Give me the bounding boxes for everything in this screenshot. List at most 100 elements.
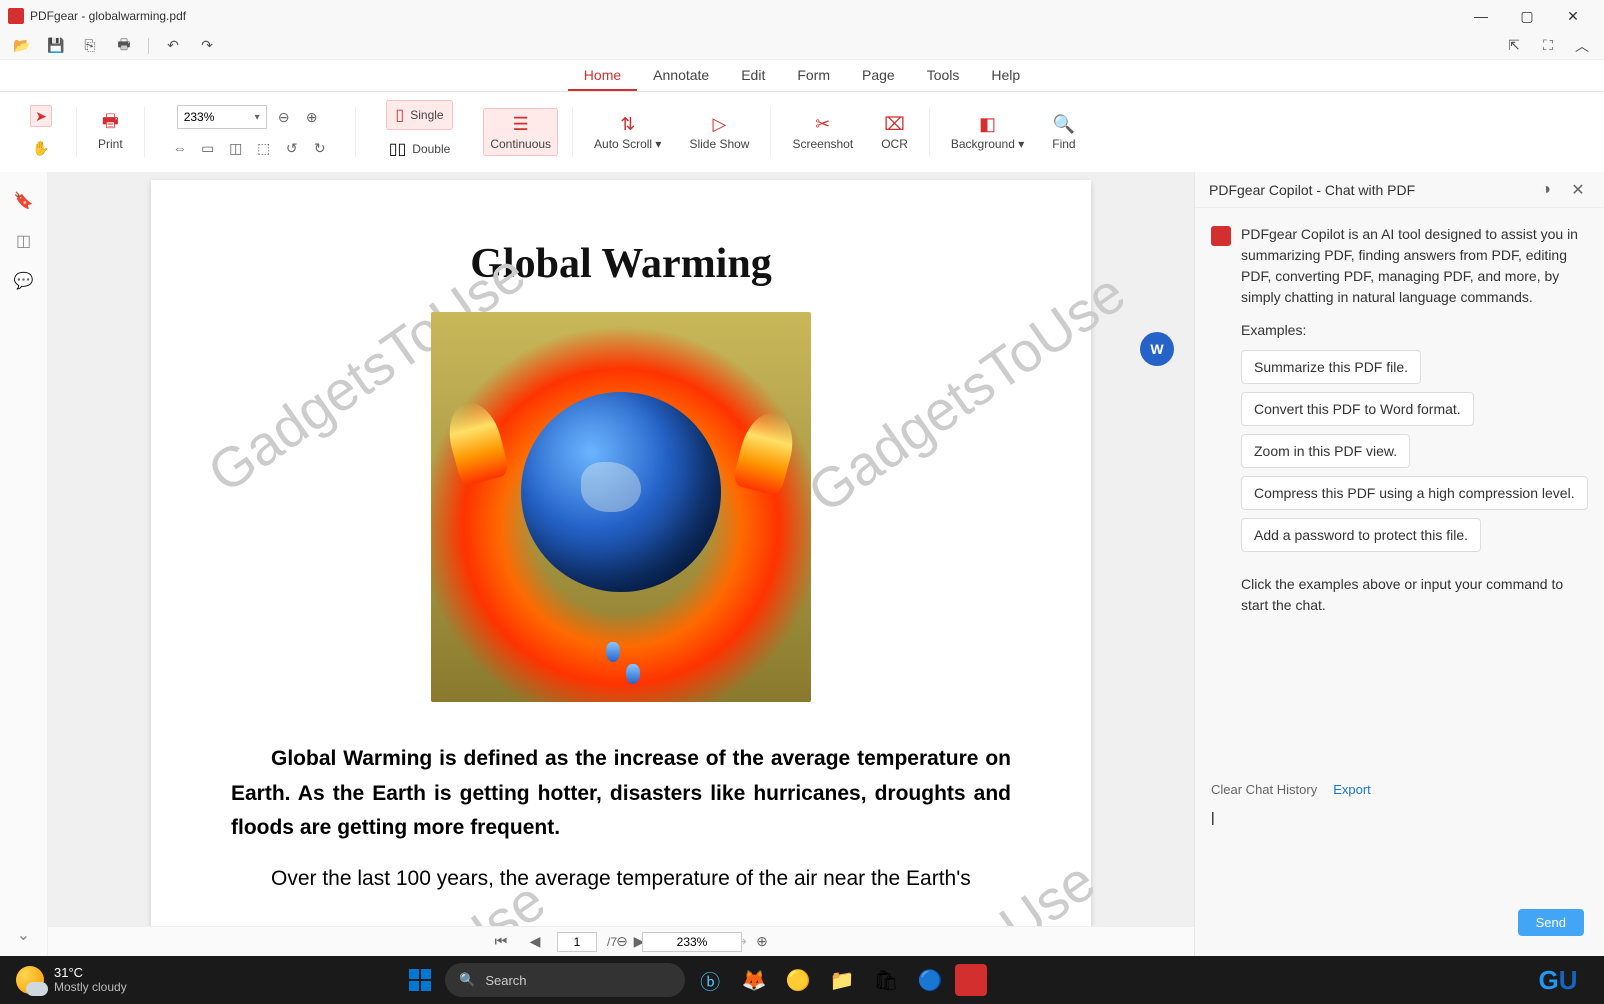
zoom-out-icon[interactable]: ⊖ [273,106,295,128]
minimize-button[interactable]: ― [1458,0,1504,32]
find-button[interactable]: 🔍 Find [1045,108,1082,156]
print-button[interactable]: 🖶 Print [91,108,130,156]
quick-access-bar: 📂 💾 ⎘ 🖶 ↶ ↷ ⇱ ⛶ ︿ [0,32,1604,60]
tab-edit[interactable]: Edit [725,61,781,91]
copilot-avatar-icon [1211,226,1231,246]
collapse-ribbon-icon[interactable]: ︿ [1572,36,1592,56]
marquee-zoom-icon[interactable]: ⬚ [253,137,275,159]
continuous-button[interactable]: ☰ Continuous [483,108,558,156]
copilot-header: PDFgear Copilot - Chat with PDF ◑ ✕ [1195,172,1604,208]
rotate-left-icon[interactable]: ↺ [281,137,303,159]
fullscreen-icon[interactable]: ⛶ [1538,36,1558,56]
copilot-example-zoom[interactable]: Zoom in this PDF view. [1241,434,1410,468]
fit-width-icon[interactable]: ⇔ [169,137,191,159]
separator [76,107,77,157]
thumbnails-icon[interactable]: ◫ [13,230,35,252]
undo-icon[interactable]: ↶ [163,36,183,56]
save-as-icon[interactable]: ⎘ [80,36,100,56]
clear-chat-link[interactable]: Clear Chat History [1211,782,1317,797]
prev-page-icon[interactable]: ◀ [523,930,547,954]
app-icon [8,8,24,24]
titlebar: PDFgear - globalwarming.pdf ― ▢ ✕ [0,0,1604,32]
share-icon[interactable]: ⇱ [1504,36,1524,56]
zoom-in-footer-icon[interactable]: ⊕ [750,930,774,954]
chevron-down-icon[interactable]: ⌄ [13,924,35,946]
document-scroll[interactable]: W GadgetsToUse GadgetsToUse GadgetsToUse… [48,172,1194,926]
open-icon[interactable]: 📂 [12,36,32,56]
select-tool-icon[interactable]: ➤ [30,105,52,127]
comments-icon[interactable]: 💬 [13,270,35,292]
tab-tools[interactable]: Tools [911,61,976,91]
export-chat-link[interactable]: Export [1333,782,1371,797]
pdf-page: GadgetsToUse GadgetsToUse GadgetsToUse G… [151,180,1091,926]
double-page-icon: ▯▯ [389,139,407,159]
hand-tool-icon[interactable]: ✋ [30,137,52,159]
double-view-button[interactable]: ▯▯ Double [380,134,460,164]
zoom-in-icon[interactable]: ⊕ [301,106,323,128]
zoom-select[interactable]: 233% [177,105,267,129]
copilot-send-button[interactable]: Send [1518,909,1584,936]
start-button[interactable] [401,961,439,999]
main-area: 🔖 ◫ 💬 ⌄ W GadgetsToUse GadgetsToUse Gadg… [0,172,1604,956]
copilot-example-password[interactable]: Add a password to protect this file. [1241,518,1481,552]
search-icon: 🔍 [1053,113,1075,135]
page-number-input[interactable] [557,932,597,952]
weather-widget[interactable]: 31°C Mostly cloudy [16,966,127,994]
weather-icon [16,966,44,994]
actual-size-icon[interactable]: ◫ [225,137,247,159]
save-icon[interactable]: 💾 [46,36,66,56]
copilot-example-convert[interactable]: Convert this PDF to Word format. [1241,392,1474,426]
taskbar-app-edge[interactable]: 🔵 [911,961,949,999]
redo-icon[interactable]: ↷ [197,36,217,56]
zoom-footer-display[interactable]: 233% [642,932,742,952]
separator [770,107,771,157]
search-placeholder: Search [485,973,526,988]
taskbar: 31°C Mostly cloudy 🔍 Search ⓑ 🦊 🟡 📁 🛍 🔵 … [0,956,1604,1004]
tab-home[interactable]: Home [568,61,637,91]
bookmark-icon[interactable]: 🔖 [13,190,35,212]
close-button[interactable]: ✕ [1550,0,1596,32]
slideshow-button[interactable]: ▷ Slide Show [682,108,756,156]
watermark: GadgetsToUse [795,260,1136,526]
autoscroll-button[interactable]: ⇅ Auto Scroll ▾ [587,108,668,156]
screenshot-button[interactable]: ✂ Screenshot [785,108,860,156]
taskbar-app-files[interactable]: 📁 [823,961,861,999]
maximize-button[interactable]: ▢ [1504,0,1550,32]
tab-form[interactable]: Form [781,61,846,91]
print-icon: 🖶 [99,113,121,135]
single-view-button[interactable]: ▯ Single [386,100,452,130]
convert-to-word-badge[interactable]: W [1140,332,1174,366]
document-area: W GadgetsToUse GadgetsToUse GadgetsToUse… [48,172,1194,956]
background-icon: ◧ [977,113,999,135]
fit-page-icon[interactable]: ▭ [197,137,219,159]
copilot-examples-label: Examples: [1241,322,1588,338]
ribbon: ➤ ✋ 🖶 Print 233% ⊖ ⊕ ⇔ ▭ ◫ ⬚ ↺ ↻ ▯ Singl… [0,92,1604,172]
copilot-input-area: | Send [1195,805,1604,956]
first-page-icon[interactable]: ⏮ [489,930,513,954]
separator [572,107,573,157]
copilot-example-summarize[interactable]: Summarize this PDF file. [1241,350,1421,384]
windows-logo-icon [409,969,431,991]
ocr-button[interactable]: ⌧ OCR [874,108,915,156]
tab-annotate[interactable]: Annotate [637,61,725,91]
copilot-close-icon[interactable]: ✕ [1566,178,1590,202]
background-button[interactable]: ◧ Background ▾ [944,108,1031,156]
zoom-out-footer-icon[interactable]: ⊖ [610,930,634,954]
taskbar-app-bing[interactable]: ⓑ [691,961,729,999]
tab-help[interactable]: Help [975,61,1036,91]
copilot-body: PDFgear Copilot is an AI tool designed t… [1195,208,1604,774]
autoscroll-icon: ⇅ [617,113,639,135]
copilot-example-compress[interactable]: Compress this PDF using a high compressi… [1241,476,1588,510]
copilot-actions: Clear Chat History Export [1195,774,1604,805]
print-quick-icon[interactable]: 🖶 [114,36,134,56]
rotate-right-icon[interactable]: ↻ [309,137,331,159]
taskbar-search[interactable]: 🔍 Search [445,963,685,997]
copilot-panel: PDFgear Copilot - Chat with PDF ◑ ✕ PDFg… [1194,172,1604,956]
taskbar-app-store[interactable]: 🛍 [867,961,905,999]
taskbar-app-pdfgear[interactable] [955,964,987,996]
continuous-icon: ☰ [510,113,532,135]
copilot-settings-icon[interactable]: ◑ [1534,178,1558,202]
taskbar-app-chrome[interactable]: 🟡 [779,961,817,999]
tab-page[interactable]: Page [846,61,911,91]
taskbar-app-firefox[interactable]: 🦊 [735,961,773,999]
